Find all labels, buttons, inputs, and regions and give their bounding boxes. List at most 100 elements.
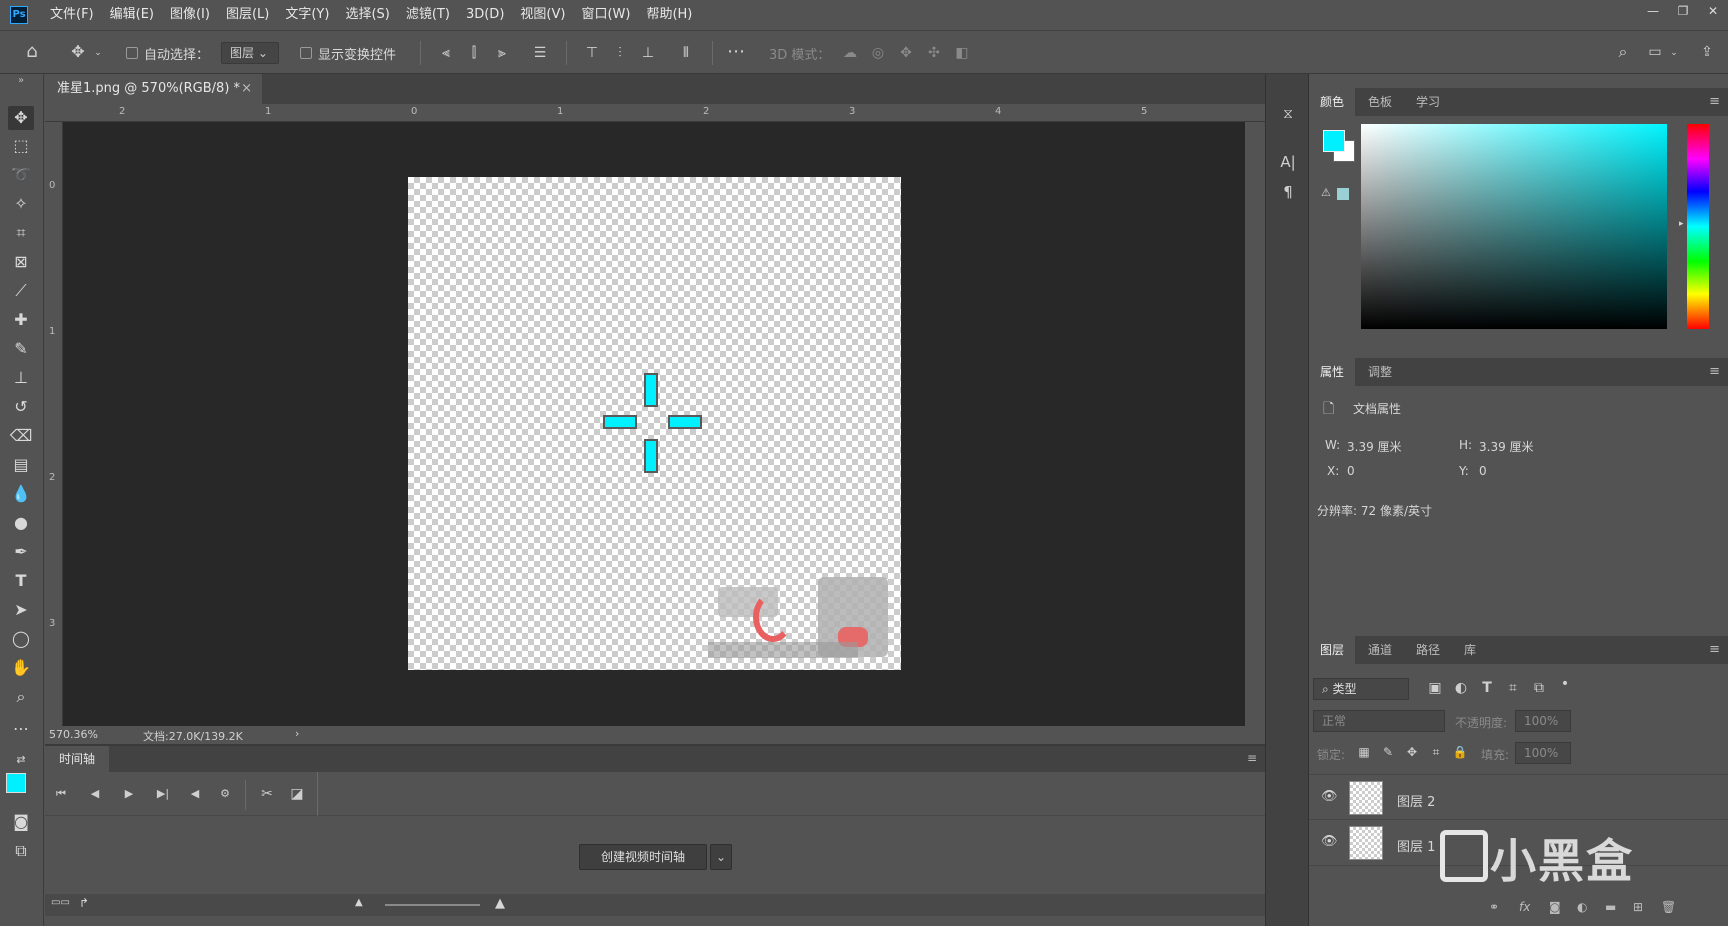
transition-icon[interactable]: ◪: [287, 784, 307, 804]
menu-select[interactable]: 选择(S): [337, 0, 397, 30]
history-brush-tool-icon[interactable]: ↺: [8, 395, 34, 419]
menu-help[interactable]: 帮助(H): [638, 0, 700, 30]
ellipse-tool-icon[interactable]: ◯: [8, 627, 34, 651]
menu-image[interactable]: 图像(I): [162, 0, 218, 30]
delete-layer-icon[interactable]: 🗑: [1661, 900, 1676, 914]
workspace-chevron-icon[interactable]: ⌄: [1668, 43, 1680, 63]
restore-icon[interactable]: ❐: [1668, 0, 1698, 22]
previous-frame-icon[interactable]: ◀: [85, 784, 105, 804]
settings-icon[interactable]: ⚙: [215, 784, 235, 804]
distribute-vertical-icon[interactable]: ⫴: [676, 43, 696, 63]
filter-toggle-icon[interactable]: •: [1555, 674, 1575, 694]
filter-type-icon[interactable]: T: [1477, 678, 1497, 698]
stamp-tool-icon[interactable]: ⊥: [8, 366, 34, 390]
fx-icon[interactable]: fx: [1519, 900, 1530, 914]
home-icon[interactable]: ⌂: [20, 42, 44, 62]
height-value[interactable]: 3.39 厘米: [1479, 438, 1534, 455]
tab-libraries[interactable]: 库: [1453, 636, 1487, 664]
3d-slide-icon[interactable]: ✣: [924, 43, 944, 63]
panel-menu-icon[interactable]: ≡: [1709, 94, 1720, 109]
first-frame-icon[interactable]: ⏮: [51, 784, 71, 804]
align-center-icon[interactable]: ⫿: [464, 43, 484, 63]
paragraph-panel-icon[interactable]: ¶: [1278, 182, 1298, 202]
filter-adjustment-icon[interactable]: ◐: [1451, 678, 1471, 698]
blend-mode-dropdown[interactable]: 正常: [1313, 710, 1445, 732]
menu-filter[interactable]: 滤镜(T): [398, 0, 458, 30]
path-selection-tool-icon[interactable]: ➤: [8, 598, 34, 622]
search-icon[interactable]: ⌕: [1612, 42, 1634, 62]
add-mask-icon[interactable]: ◙: [1549, 900, 1561, 914]
filter-smart-object-icon[interactable]: ⧉: [1529, 678, 1549, 698]
history-panel-icon[interactable]: ⧖: [1278, 104, 1298, 124]
menu-edit[interactable]: 编辑(E): [102, 0, 162, 30]
3d-roll-icon[interactable]: ◎: [868, 43, 888, 63]
layer-name[interactable]: 图层 2: [1397, 791, 1435, 810]
lasso-tool-icon[interactable]: ➰: [8, 163, 34, 187]
x-value[interactable]: 0: [1347, 464, 1355, 478]
panel-menu-icon[interactable]: ≡: [1247, 751, 1257, 765]
frame-tool-icon[interactable]: ⊠: [8, 250, 34, 274]
document-tab[interactable]: 准星1.png @ 570%(RGB/8) * ×: [45, 74, 262, 104]
align-middle-icon[interactable]: ⫶: [610, 43, 630, 63]
layer-row[interactable]: 👁 图层 2: [1309, 774, 1728, 820]
opacity-field[interactable]: 100%: [1515, 710, 1571, 732]
color-picker-field[interactable]: [1361, 124, 1667, 329]
move-tool-icon[interactable]: ✥: [8, 106, 34, 130]
tab-swatches[interactable]: 色板: [1357, 88, 1403, 116]
swap-colors-icon[interactable]: ⇄: [8, 748, 34, 772]
align-right-icon[interactable]: ⫸: [492, 43, 512, 63]
dodge-tool-icon[interactable]: ●: [8, 511, 34, 535]
tab-paths[interactable]: 路径: [1405, 636, 1451, 664]
pen-tool-icon[interactable]: ✒: [8, 540, 34, 564]
tab-properties[interactable]: 属性: [1309, 358, 1356, 386]
screen-mode-icon[interactable]: ⧉: [8, 839, 34, 863]
character-panel-icon[interactable]: A|: [1278, 152, 1298, 172]
new-adjustment-icon[interactable]: ◐: [1577, 900, 1587, 914]
align-top-icon[interactable]: ⊤: [582, 43, 602, 63]
collapse-icon[interactable]: »: [8, 76, 34, 86]
zoom-out-icon[interactable]: ▲: [355, 897, 363, 908]
healing-brush-tool-icon[interactable]: ✚: [8, 308, 34, 332]
gradient-tool-icon[interactable]: ▤: [8, 453, 34, 477]
gamut-color-swatch[interactable]: [1337, 188, 1349, 200]
layer-filter-dropdown[interactable]: ⌕ 类型: [1313, 678, 1409, 700]
menu-layer[interactable]: 图层(L): [218, 0, 277, 30]
filter-shape-icon[interactable]: ⌗: [1503, 678, 1523, 698]
move-tool-icon[interactable]: ✥: [66, 42, 90, 62]
fill-field[interactable]: 100%: [1515, 742, 1571, 764]
chevron-down-icon[interactable]: ⌄: [92, 43, 104, 63]
tab-channels[interactable]: 通道: [1357, 636, 1403, 664]
lock-artboard-icon[interactable]: ⌗: [1427, 742, 1445, 762]
split-icon[interactable]: ✂: [257, 784, 277, 804]
convert-icon[interactable]: ↱: [79, 896, 89, 910]
show-transform-checkbox[interactable]: [300, 47, 312, 59]
eyedropper-tool-icon[interactable]: ⟋: [8, 279, 34, 303]
hue-slider-handle-icon[interactable]: ▸: [1679, 219, 1684, 229]
lock-image-icon[interactable]: ✎: [1379, 742, 1397, 762]
brush-tool-icon[interactable]: ✎: [8, 337, 34, 361]
close-tab-icon[interactable]: ×: [241, 74, 252, 104]
menu-3d[interactable]: 3D(D): [458, 0, 512, 30]
menu-file[interactable]: 文件(F): [42, 0, 102, 30]
visibility-eye-icon[interactable]: 👁: [1321, 789, 1338, 804]
frames-icon[interactable]: ▭▭: [51, 897, 70, 908]
menu-window[interactable]: 窗口(W): [573, 0, 638, 30]
share-icon[interactable]: ⇪: [1696, 42, 1718, 62]
menu-type[interactable]: 文字(Y): [277, 0, 337, 30]
crop-tool-icon[interactable]: ⌗: [8, 221, 34, 245]
timeline-tab[interactable]: 时间轴: [45, 746, 109, 772]
auto-select-target-dropdown[interactable]: 图层 ⌄: [221, 42, 279, 64]
zoom-in-icon[interactable]: ▲: [495, 896, 505, 911]
create-video-timeline-button[interactable]: 创建视频时间轴: [579, 844, 707, 870]
foreground-color-swatch[interactable]: [6, 773, 26, 793]
lock-all-icon[interactable]: 🔒: [1451, 742, 1469, 762]
zoom-level[interactable]: 570.36%: [49, 728, 98, 741]
y-value[interactable]: 0: [1479, 464, 1487, 478]
visibility-eye-icon[interactable]: 👁: [1321, 834, 1338, 849]
gamut-warning-icon[interactable]: ⚠: [1321, 186, 1331, 199]
width-value[interactable]: 3.39 厘米: [1347, 438, 1402, 455]
new-group-icon[interactable]: ▬: [1605, 900, 1616, 914]
workspace-icon[interactable]: ▭: [1644, 42, 1666, 62]
blur-tool-icon[interactable]: 💧: [8, 482, 34, 506]
next-frame-icon[interactable]: ▶|: [153, 784, 173, 804]
